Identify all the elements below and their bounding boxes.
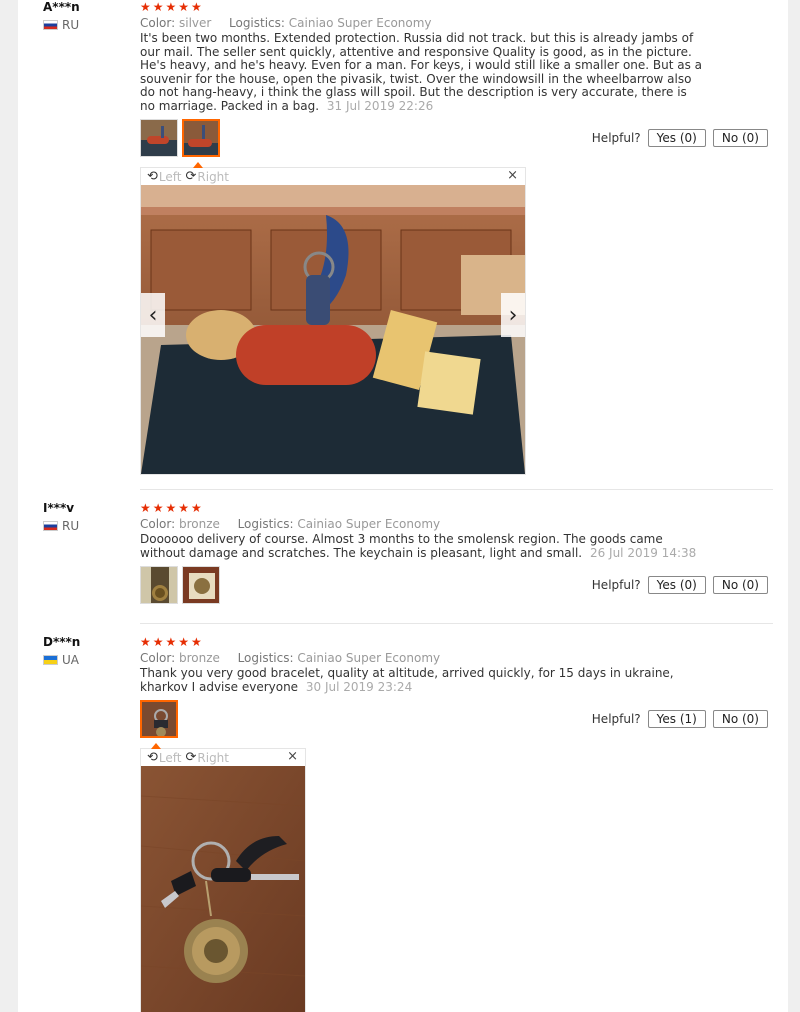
color-value: bronze: [179, 517, 220, 531]
rotate-left-label: Left: [158, 750, 182, 765]
rotate-left-button[interactable]: ⟲ Left: [147, 169, 181, 184]
photo-viewer: ⟲ Left ⟳ Right ×: [140, 743, 306, 1012]
review-photo-thumbnail-active[interactable]: [140, 700, 178, 738]
rotate-left-icon: ⟲: [147, 750, 158, 765]
review-text: Doooooo delivery of course. Almost 3 mon…: [140, 532, 705, 560]
helpful-no-button[interactable]: No (0): [712, 576, 768, 594]
flag-ru-icon: [43, 521, 58, 531]
reviewer-name: D***n: [43, 635, 81, 649]
review-date: 31 Jul 2019 22:26: [326, 98, 434, 113]
helpful-no-button[interactable]: No (0): [712, 710, 768, 728]
logistics-value: Cainiao Super Economy: [288, 16, 432, 30]
review-meta: Color: bronze Logistics: Cainiao Super E…: [140, 517, 700, 531]
color-label: Color:: [140, 517, 176, 531]
rotate-right-button[interactable]: ⟳ Right: [185, 750, 229, 765]
review-photo-thumbnail-active[interactable]: [182, 119, 220, 157]
flag-ru-icon: [43, 20, 58, 30]
helpful-yes-button[interactable]: Yes (0): [647, 129, 706, 147]
rotate-right-label: Right: [197, 750, 229, 765]
logistics-label: Logistics:: [237, 651, 294, 665]
close-icon[interactable]: ×: [507, 168, 518, 183]
reviewer-country: UA: [43, 653, 80, 667]
logistics-value: Cainiao Super Economy: [297, 517, 441, 531]
review-photo-thumbnail[interactable]: [140, 119, 178, 157]
helpful-yes-button[interactable]: Yes (1): [647, 710, 706, 728]
review-meta: Color: silver Logistics: Cainiao Super E…: [140, 16, 700, 30]
review-photo-large: [141, 766, 305, 1012]
close-icon[interactable]: ×: [287, 749, 298, 764]
color-label: Color:: [140, 651, 176, 665]
review-date: 30 Jul 2019 23:24: [305, 679, 413, 694]
logistics-value: Cainiao Super Economy: [297, 651, 441, 665]
reviewer-name: I***v: [43, 501, 75, 515]
helpful-label: Helpful?: [591, 131, 641, 145]
photo-viewer: ⟲ Left ⟳ Right ×: [140, 162, 526, 475]
helpful-yes-button[interactable]: Yes (0): [647, 576, 706, 594]
color-label: Color:: [140, 16, 176, 30]
review-text: It's been two months. Extended protectio…: [140, 31, 705, 113]
reviewer-info: D***n UA: [43, 635, 80, 667]
next-photo-button[interactable]: ›: [501, 293, 525, 337]
review-photo-large: ‹ ›: [141, 185, 525, 474]
country-code: RU: [62, 18, 80, 32]
reviews-panel: A***n RU ★★★★★ Color: silver Logistics: …: [18, 0, 788, 1012]
rotate-right-icon: ⟳: [185, 169, 197, 184]
helpful-voting: Helpful? Yes (1) No (0): [592, 710, 768, 728]
previous-photo-button[interactable]: ‹: [141, 293, 165, 337]
chevron-left-icon: ‹: [148, 302, 158, 328]
country-code: RU: [62, 519, 80, 533]
review-photo-thumbnail[interactable]: [182, 566, 220, 604]
helpful-no-button[interactable]: No (0): [712, 129, 768, 147]
star-rating: ★★★★★: [140, 0, 204, 14]
helpful-voting: Helpful? Yes (0) No (0): [592, 576, 768, 594]
reviewer-info: A***n RU: [43, 0, 80, 32]
rotate-left-icon: ⟲: [147, 169, 158, 184]
helpful-voting: Helpful? Yes (0) No (0): [592, 129, 768, 147]
country-code: UA: [62, 653, 79, 667]
helpful-label: Helpful?: [591, 578, 641, 592]
review-text: Thank you very good bracelet, quality at…: [140, 666, 705, 694]
reviewer-info: I***v RU: [43, 501, 79, 533]
reviewer-country: RU: [43, 18, 80, 32]
reviewer-country: RU: [43, 519, 79, 533]
rotate-right-button[interactable]: ⟳ Right: [185, 169, 229, 184]
review-divider: [140, 489, 773, 490]
rotate-right-label: Right: [197, 169, 229, 184]
viewer-toolbar: ⟲ Left ⟳ Right ×: [141, 168, 525, 185]
star-rating: ★★★★★: [140, 501, 204, 515]
rotate-left-button[interactable]: ⟲ Left: [147, 750, 181, 765]
helpful-label: Helpful?: [591, 712, 641, 726]
review-body: Doooooo delivery of course. Almost 3 mon…: [140, 532, 663, 560]
rotate-left-label: Left: [158, 169, 182, 184]
reviewer-name: A***n: [43, 0, 80, 14]
rotate-right-icon: ⟳: [185, 750, 197, 765]
flag-ua-icon: [43, 655, 58, 665]
review-date: 26 Jul 2019 14:38: [589, 545, 697, 560]
review-meta: Color: bronze Logistics: Cainiao Super E…: [140, 651, 700, 665]
review-photo-thumbnail[interactable]: [140, 566, 178, 604]
color-value: silver: [179, 16, 212, 30]
review-divider: [140, 623, 773, 624]
color-value: bronze: [179, 651, 220, 665]
logistics-label: Logistics:: [237, 517, 294, 531]
logistics-label: Logistics:: [229, 16, 285, 30]
viewer-toolbar: ⟲ Left ⟳ Right ×: [141, 749, 305, 766]
chevron-right-icon: ›: [508, 302, 518, 328]
star-rating: ★★★★★: [140, 635, 204, 649]
